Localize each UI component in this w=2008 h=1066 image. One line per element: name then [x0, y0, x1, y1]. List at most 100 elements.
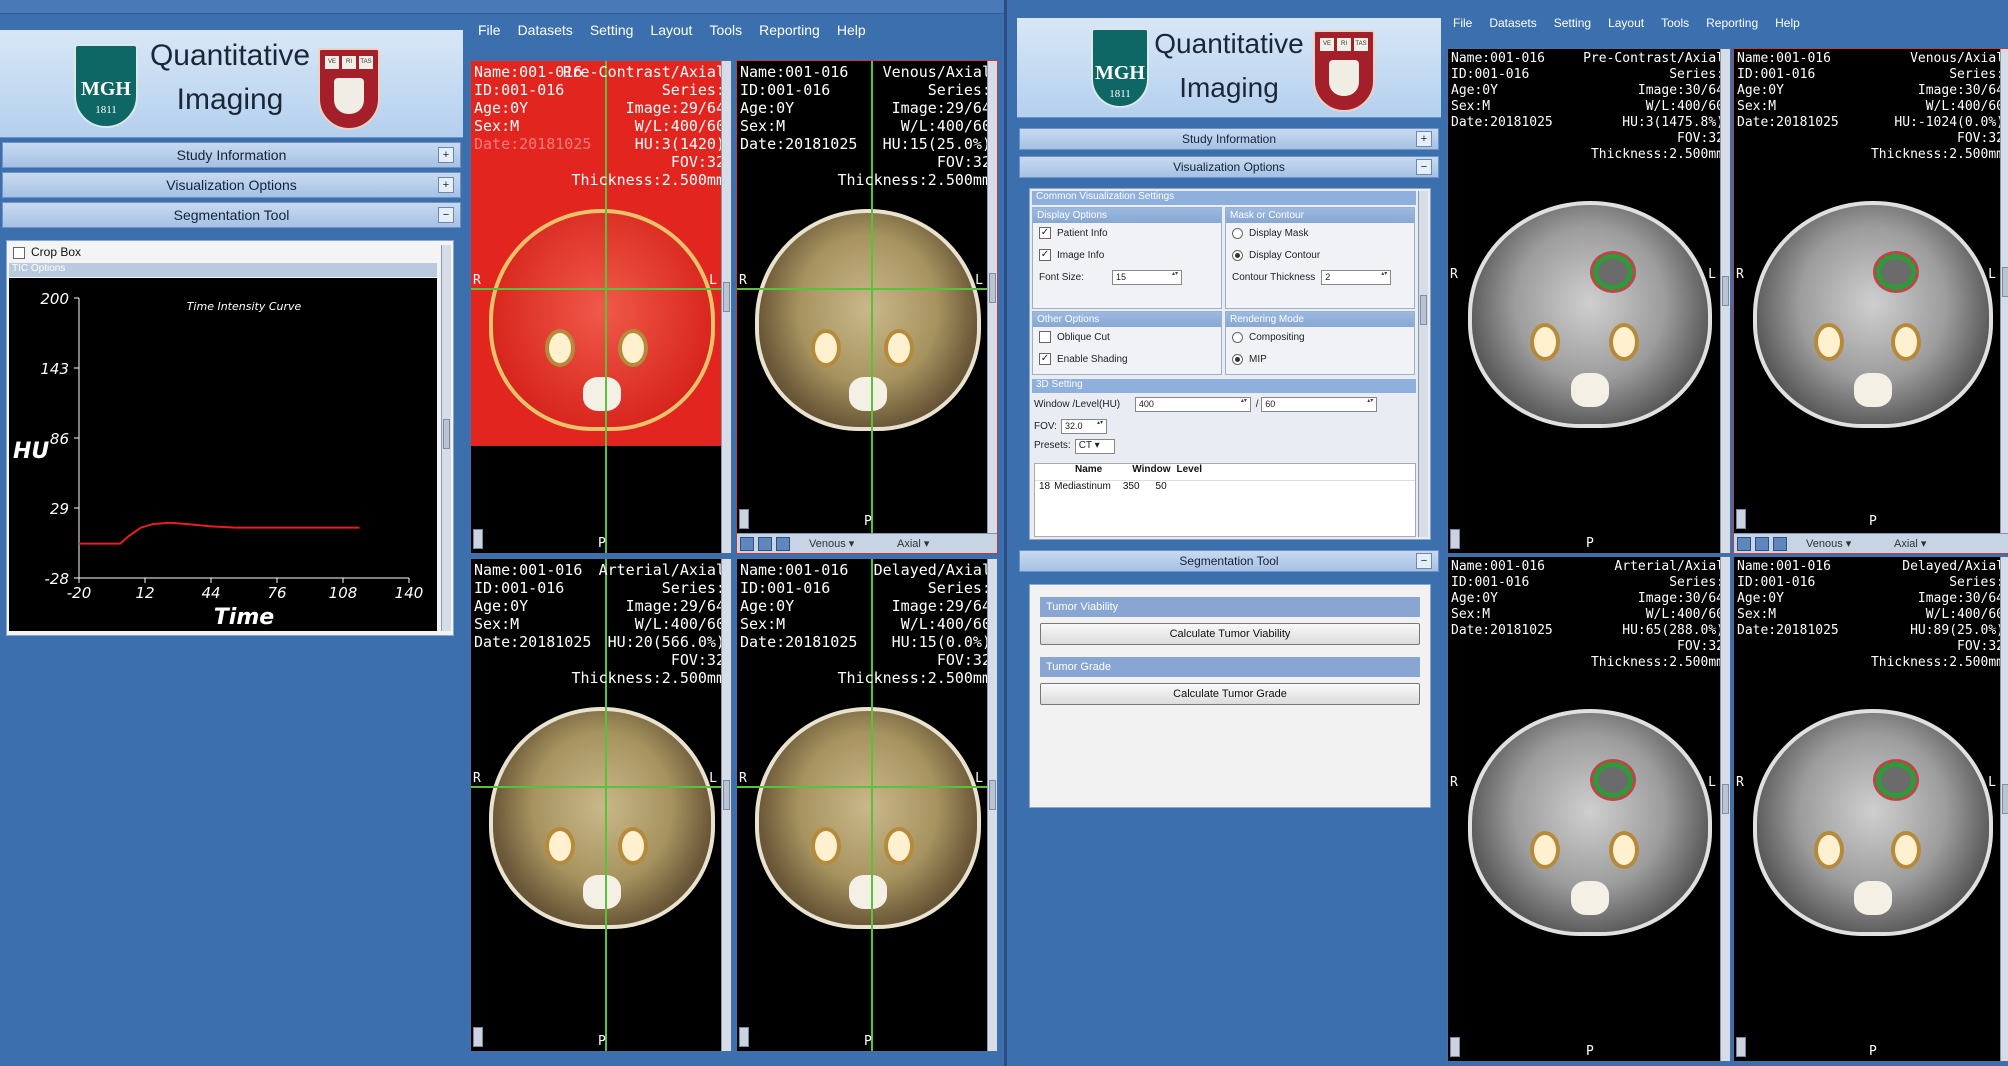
viewport-delayed-axial[interactable]: Name:001-016 ID:001-016 Age:0Y Sex:M Date:20…: [1733, 556, 2008, 1062]
orientation-label-right: L: [709, 771, 717, 787]
viewport-menu-button[interactable]: [1450, 1037, 1460, 1057]
menu-help[interactable]: Help: [1775, 16, 1800, 30]
menu-file[interactable]: File: [1453, 16, 1472, 30]
viewport-pre-contrast-axial[interactable]: Name:001-016 ID:001-016 Age:0Y Sex:M Date:20…: [470, 60, 732, 554]
crosshair-horizontal[interactable]: [471, 786, 731, 788]
study-information-header[interactable]: Study Information +: [2, 142, 461, 168]
expand-icon[interactable]: +: [438, 177, 454, 193]
orientation-label-bottom: P: [1586, 536, 1594, 551]
camera-icon[interactable]: [1755, 537, 1769, 551]
crosshair-horizontal[interactable]: [737, 786, 997, 788]
crop-box-checkbox[interactable]: Crop Box: [13, 245, 81, 259]
preset-row[interactable]: 18 Mediastinum 350 50: [1035, 480, 1415, 492]
level-spinbox[interactable]: 60: [1261, 397, 1378, 412]
enable-shading-checkbox[interactable]: ✓ Enable Shading: [1033, 349, 1221, 371]
calculate-viability-button[interactable]: Calculate Tumor Viability: [1040, 623, 1420, 645]
copy-icon[interactable]: [776, 537, 790, 551]
copy-icon[interactable]: [1773, 537, 1787, 551]
slice-scrollbar[interactable]: [721, 559, 731, 1051]
viewport-menu-button[interactable]: [739, 509, 749, 529]
oblique-cut-checkbox[interactable]: Oblique Cut: [1033, 327, 1221, 349]
visualization-options-header[interactable]: Visualization Options −: [1019, 156, 1439, 178]
chart-title: Time Intensity Curve: [187, 300, 302, 313]
viewport-menu-button[interactable]: [739, 1027, 749, 1047]
image-info-overlay: Venous/Axial Series: Image:29/64 W/L:400/60…: [837, 63, 991, 189]
viewport-arterial-axial[interactable]: Name:001-016 ID:001-016 Age:0Y Sex:M Date:20…: [470, 558, 732, 1052]
viewport-arterial-axial[interactable]: Name:001-016 ID:001-016 Age:0Y Sex:M Date:20…: [1447, 556, 1731, 1062]
menu-datasets[interactable]: Datasets: [1489, 16, 1536, 30]
viewport-menu-button[interactable]: [473, 529, 483, 549]
viewport-menu-button[interactable]: [1736, 509, 1746, 529]
plane-dropdown[interactable]: Axial ▾: [1894, 537, 1964, 550]
menu-reporting[interactable]: Reporting: [759, 22, 820, 38]
viewport-venous-axial[interactable]: Name:001-016 ID:001-016 Age:0Y Sex:M Date:20…: [736, 60, 998, 554]
viewport-delayed-axial[interactable]: Name:001-016 ID:001-016 Age:0Y Sex:M Date:20…: [736, 558, 998, 1052]
menu-setting[interactable]: Setting: [590, 22, 634, 38]
presets-dropdown[interactable]: CT ▾: [1074, 439, 1115, 454]
left-sidebar: MGH 1811 Quantitative Imaging VE RI TAS Stud…: [0, 30, 463, 1066]
patient-info-checkbox[interactable]: ✓ Patient Info: [1033, 223, 1221, 245]
menu-layout[interactable]: Layout: [650, 22, 692, 38]
slice-scrollbar[interactable]: [2000, 49, 2008, 533]
slice-scrollbar[interactable]: [2000, 557, 2008, 1061]
viewport-menu-button[interactable]: [473, 1027, 483, 1047]
slice-scrollbar[interactable]: [1720, 49, 1730, 553]
menu-setting[interactable]: Setting: [1554, 16, 1591, 30]
viewport-menu-button[interactable]: [1450, 529, 1460, 549]
harvard-crest-icon: VE RI TAS: [1313, 30, 1375, 112]
segmentation-tool-header[interactable]: Segmentation Tool −: [1019, 550, 1439, 572]
menu-tools[interactable]: Tools: [709, 22, 742, 38]
slice-scrollbar[interactable]: [1720, 557, 1730, 1061]
menu-layout[interactable]: Layout: [1608, 16, 1644, 30]
slice-scrollbar[interactable]: [987, 559, 997, 1051]
slice-scrollbar[interactable]: [721, 61, 731, 553]
phase-dropdown[interactable]: Venous ▾: [1806, 537, 1876, 550]
fov-row: FOV: 32.0: [1034, 419, 1107, 434]
collapse-icon[interactable]: −: [1416, 159, 1432, 175]
phase-dropdown[interactable]: Venous ▾: [809, 537, 879, 550]
crosshair-horizontal[interactable]: [737, 288, 997, 290]
window-spinbox[interactable]: 400: [1134, 397, 1251, 412]
collapse-icon[interactable]: −: [1416, 553, 1432, 569]
orientation-label-right: L: [1708, 774, 1716, 790]
panel-scrollbar[interactable]: [441, 245, 451, 631]
camera-icon[interactable]: [758, 537, 772, 551]
viewport-menu-button[interactable]: [1736, 1037, 1746, 1057]
study-information-header[interactable]: Study Information +: [1019, 128, 1439, 150]
x-axis-label: Time: [214, 605, 274, 630]
app-title: Quantitative Imaging: [1154, 28, 1304, 103]
expand-icon[interactable]: +: [1416, 131, 1432, 147]
collapse-icon[interactable]: −: [438, 207, 454, 223]
compositing-radio[interactable]: Compositing: [1226, 327, 1414, 349]
x-tick-label: 140: [395, 584, 424, 602]
spine: [1854, 880, 1892, 915]
crosshair-horizontal[interactable]: [471, 288, 731, 290]
x-tick-label: 44: [201, 584, 220, 602]
image-info-checkbox[interactable]: ✓ Image Info: [1033, 245, 1221, 267]
mip-radio[interactable]: MIP: [1226, 349, 1414, 371]
calculate-grade-button[interactable]: Calculate Tumor Grade: [1040, 683, 1420, 705]
fov-spinbox[interactable]: 32.0: [1060, 419, 1107, 434]
menu-help[interactable]: Help: [837, 22, 866, 38]
menu-reporting[interactable]: Reporting: [1706, 16, 1758, 30]
display-mask-radio[interactable]: Display Mask: [1226, 223, 1414, 245]
histogram-icon[interactable]: [1737, 537, 1751, 551]
segmentation-tool-header[interactable]: Segmentation Tool −: [2, 202, 461, 228]
menu-tools[interactable]: Tools: [1661, 16, 1689, 30]
menu-file[interactable]: File: [478, 22, 501, 38]
viewport-venous-axial[interactable]: Name:001-016 ID:001-016 Age:0Y Sex:M Date:20…: [1733, 48, 2008, 554]
viewport-pre-contrast-axial[interactable]: Name:001-016 ID:001-016 Age:0Y Sex:M Date:20…: [1447, 48, 1731, 554]
spine: [1571, 880, 1609, 915]
display-contour-radio[interactable]: Display Contour: [1226, 245, 1414, 267]
slice-scrollbar[interactable]: [987, 61, 997, 533]
expand-icon[interactable]: +: [438, 147, 454, 163]
menu-datasets[interactable]: Datasets: [518, 22, 573, 38]
preset-table: Name Window Level 18 Mediastinum 350 50: [1034, 463, 1416, 537]
orientation-label-bottom: P: [1869, 514, 1877, 529]
visualization-options-header[interactable]: Visualization Options +: [2, 172, 461, 198]
contour-thickness-spinbox[interactable]: 2: [1321, 269, 1392, 285]
plane-dropdown[interactable]: Axial ▾: [897, 537, 967, 550]
font-size-spinbox[interactable]: 15: [1112, 269, 1183, 285]
vis-panel-scrollbar[interactable]: [1418, 191, 1428, 537]
histogram-icon[interactable]: [740, 537, 754, 551]
